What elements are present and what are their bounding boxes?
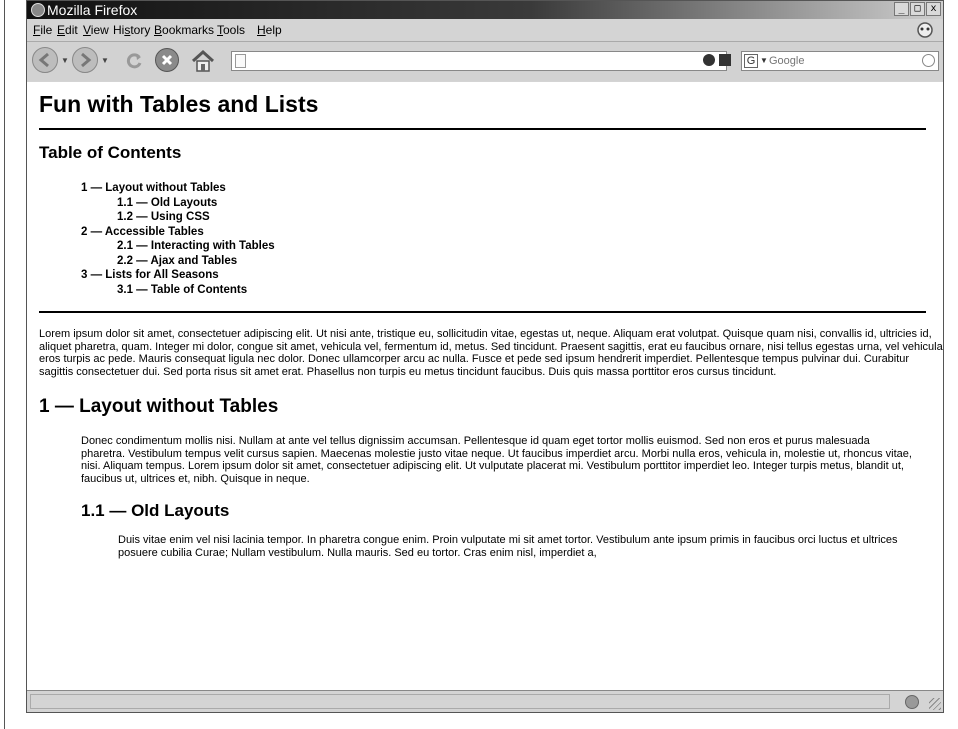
reload-button[interactable] [122, 49, 146, 73]
firefox-logo-icon [31, 3, 45, 17]
subsection-heading: 1.1 — Old Layouts [81, 501, 230, 520]
divider [39, 311, 926, 313]
search-input[interactable] [769, 54, 919, 68]
desktop-edge [4, 0, 5, 729]
forward-history-dropdown[interactable]: ▼ [101, 56, 109, 65]
back-icon [38, 52, 49, 68]
status-bar [27, 690, 943, 712]
toc-item[interactable]: 1.1 — Old Layouts [117, 196, 936, 211]
feed-icon[interactable] [719, 54, 731, 66]
home-icon [191, 49, 215, 72]
browser-window: Mozilla Firefox _ □ x File Edit View His… [26, 0, 944, 713]
section-paragraph: Donec condimentum mollis nisi. Nullam at… [81, 435, 912, 485]
toc-item[interactable]: 2 — Accessible Tables [81, 225, 936, 240]
navigation-toolbar: ▼ ▼ G ▼ [27, 41, 943, 81]
page-title: Fun with Tables and Lists [39, 91, 319, 117]
divider [39, 128, 926, 130]
throbber-icon [917, 22, 933, 38]
minimize-button[interactable]: _ [894, 2, 909, 16]
window-controls: _ □ x [894, 2, 941, 16]
table-of-contents: 1 — Layout without Tables 1.1 — Old Layo… [81, 181, 936, 297]
status-text [30, 694, 890, 709]
go-icon[interactable] [703, 54, 715, 66]
intro-paragraph: Lorem ipsum dolor sit amet, consectetuer… [39, 328, 943, 378]
toc-item[interactable]: 3.1 — Table of Contents [117, 283, 936, 298]
reload-icon [126, 53, 142, 69]
back-history-dropdown[interactable]: ▼ [61, 56, 69, 65]
window-title: Mozilla Firefox [47, 2, 138, 18]
menu-tools[interactable]: Tools [217, 23, 245, 37]
menu-view[interactable]: View [83, 23, 109, 37]
back-button[interactable] [32, 47, 58, 73]
page-content: Fun with Tables and Lists Table of Conte… [27, 82, 943, 690]
menu-edit[interactable]: Edit [57, 23, 78, 37]
menu-bookmarks[interactable]: Bookmarks [154, 23, 214, 37]
page-icon [235, 54, 246, 68]
menu-help[interactable]: Help [257, 23, 282, 37]
search-icon[interactable] [922, 54, 935, 67]
url-bar[interactable] [231, 51, 727, 71]
toc-item[interactable]: 1 — Layout without Tables [81, 181, 936, 196]
menu-bar: File Edit View History Bookmarks Tools H… [27, 19, 943, 41]
menu-file[interactable]: File [33, 23, 52, 37]
toc-item[interactable]: 3 — Lists for All Seasons [81, 268, 936, 283]
close-button[interactable]: x [926, 2, 941, 16]
search-engine-dropdown[interactable]: ▼ [760, 56, 768, 65]
forward-icon [81, 52, 92, 68]
search-engine-icon[interactable]: G [744, 54, 758, 68]
stop-icon [161, 54, 173, 66]
toc-item[interactable]: 1.2 — Using CSS [117, 210, 936, 225]
home-button[interactable] [189, 47, 217, 75]
toc-heading: Table of Contents [39, 143, 182, 162]
subsection-paragraph: Duis vitae enim vel nisi lacinia tempor.… [118, 534, 898, 559]
forward-button[interactable] [72, 47, 98, 73]
resize-grip[interactable] [929, 698, 941, 710]
toc-item[interactable]: 2.2 — Ajax and Tables [117, 254, 936, 269]
stop-button[interactable] [155, 48, 179, 72]
title-bar[interactable]: Mozilla Firefox _ □ x [27, 1, 943, 19]
section-heading: 1 — Layout without Tables [39, 396, 279, 417]
search-bar: G ▼ [741, 51, 939, 71]
menu-history[interactable]: History [113, 23, 150, 37]
maximize-button[interactable]: □ [910, 2, 925, 16]
toc-item[interactable]: 2.1 — Interacting with Tables [117, 239, 936, 254]
security-icon[interactable] [905, 695, 919, 709]
